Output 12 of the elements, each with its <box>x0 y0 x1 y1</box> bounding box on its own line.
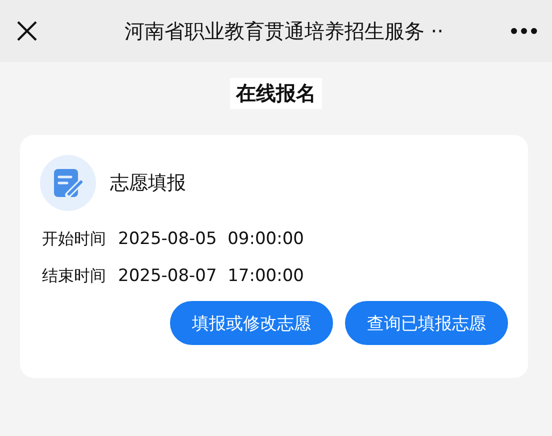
page-heading: 在线报名 <box>230 78 322 109</box>
card-title: 志愿填报 <box>110 171 186 196</box>
edit-form-icon <box>40 155 96 211</box>
action-button[interactable]: 填报或修改志愿 <box>170 301 333 345</box>
time-label: 开始时间 <box>42 229 106 250</box>
time-value: 2025-08-07 17:00:00 <box>118 266 304 286</box>
time-label: 结束时间 <box>42 266 106 287</box>
time-value: 2025-08-05 09:00:00 <box>118 229 304 249</box>
more-icon[interactable] <box>510 27 538 35</box>
action-button[interactable]: 查询已填报志愿 <box>345 301 508 345</box>
window-title: 河南省职业教育贯通培养招生服务 ·· <box>123 18 445 44</box>
close-icon[interactable] <box>16 20 38 42</box>
